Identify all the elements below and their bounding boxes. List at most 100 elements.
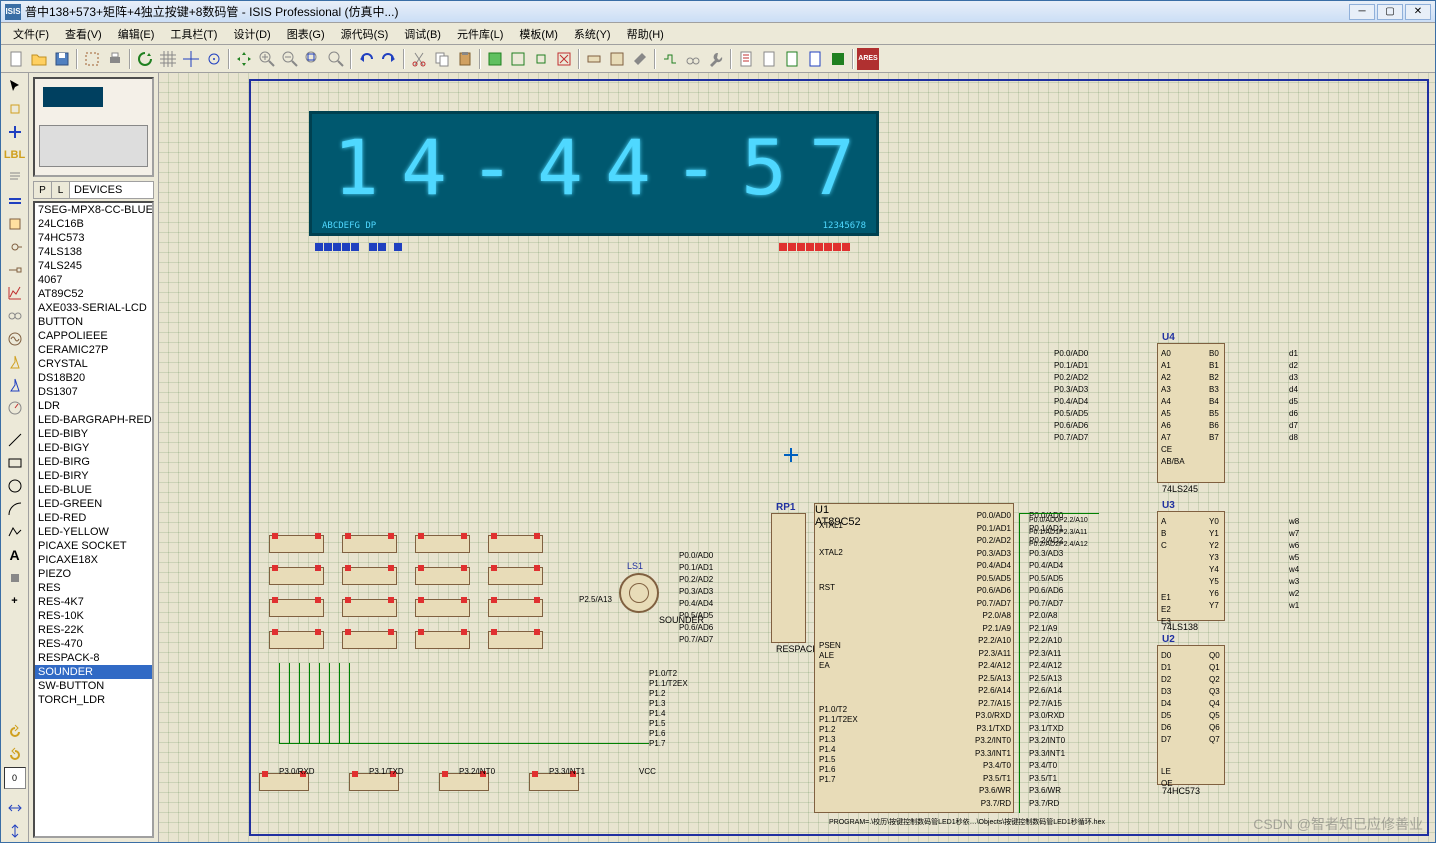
minimize-button[interactable]: ─ [1349, 4, 1375, 20]
graph-tool[interactable] [4, 282, 26, 304]
close-button[interactable]: ✕ [1405, 4, 1431, 20]
pick-button[interactable] [583, 48, 605, 70]
menu-toolbar[interactable]: 工具栏(T) [162, 24, 225, 44]
device-item[interactable]: 7SEG-MPX8-CC-BLUE [35, 203, 152, 217]
menu-chart[interactable]: 图表(G) [279, 24, 333, 44]
report-button[interactable] [735, 48, 757, 70]
origin-button[interactable] [180, 48, 202, 70]
tape-tool[interactable] [4, 305, 26, 327]
menu-file[interactable]: 文件(F) [5, 24, 57, 44]
menu-view[interactable]: 查看(V) [57, 24, 110, 44]
new-button[interactable] [5, 48, 27, 70]
erc-button[interactable] [781, 48, 803, 70]
device-list[interactable]: 7SEG-MPX8-CC-BLUE24LC16B74HC57374LS13874… [33, 201, 154, 838]
path-tool[interactable] [4, 521, 26, 543]
circle-tool[interactable] [4, 475, 26, 497]
device-item[interactable]: CAPPOLIEEE [35, 329, 152, 343]
device-item[interactable]: LED-BARGRAPH-RED [35, 413, 152, 427]
menu-help[interactable]: 帮助(H) [619, 24, 672, 44]
menu-design[interactable]: 设计(D) [225, 24, 278, 44]
flip-v-button[interactable] [4, 820, 26, 842]
schematic-canvas[interactable]: 1 4 - 4 4 - 5 7 ABCDEFG DP 12345678 LS1 [159, 73, 1435, 842]
zoomarea-button[interactable] [325, 48, 347, 70]
selection-tool[interactable] [4, 75, 26, 97]
pin-tool[interactable] [4, 259, 26, 281]
save-button[interactable] [51, 48, 73, 70]
device-item[interactable]: SW-BUTTON [35, 679, 152, 693]
text-script-tool[interactable] [4, 167, 26, 189]
device-item[interactable]: SOUNDER [35, 665, 152, 679]
bom-button[interactable] [758, 48, 780, 70]
sounder-component[interactable] [619, 573, 659, 613]
zoomin-button[interactable] [256, 48, 278, 70]
rotate-cw-button[interactable] [4, 744, 26, 766]
zoomall-button[interactable] [302, 48, 324, 70]
box-tool[interactable] [4, 452, 26, 474]
cut-button[interactable] [408, 48, 430, 70]
device-item[interactable]: DS1307 [35, 385, 152, 399]
junction-tool[interactable] [4, 121, 26, 143]
bus-tool[interactable] [4, 190, 26, 212]
label-tool[interactable]: LBL [4, 144, 26, 166]
device-item[interactable]: CRYSTAL [35, 357, 152, 371]
redo-button[interactable] [378, 48, 400, 70]
rp1-component[interactable]: RP1 RESPACK8 [771, 513, 806, 643]
ares-link-button[interactable]: ARES [857, 48, 879, 70]
menu-edit[interactable]: 编辑(E) [110, 24, 163, 44]
undo-button[interactable] [355, 48, 377, 70]
device-item[interactable]: CERAMIC27P [35, 343, 152, 357]
property-button[interactable] [705, 48, 727, 70]
device-item[interactable]: LDR [35, 399, 152, 413]
copy-button[interactable] [431, 48, 453, 70]
device-item[interactable]: RES-22K [35, 623, 152, 637]
print-button[interactable] [104, 48, 126, 70]
device-item[interactable]: RES [35, 581, 152, 595]
terminal-tool[interactable] [4, 236, 26, 258]
device-item[interactable]: RES-10K [35, 609, 152, 623]
pick-devices-button[interactable]: P [34, 182, 52, 198]
flip-h-button[interactable] [4, 797, 26, 819]
device-item[interactable]: LED-BIGY [35, 441, 152, 455]
device-item[interactable]: LED-BIBY [35, 427, 152, 441]
device-item[interactable]: RESPACK-8 [35, 651, 152, 665]
arc-tool[interactable] [4, 498, 26, 520]
device-item[interactable]: 24LC16B [35, 217, 152, 231]
device-item[interactable]: 74HC573 [35, 231, 152, 245]
wire-autoroute-button[interactable] [659, 48, 681, 70]
subcircuit-tool[interactable] [4, 213, 26, 235]
device-item[interactable]: 4067 [35, 273, 152, 287]
menu-library[interactable]: 元件库(L) [449, 24, 511, 44]
snap-button[interactable] [203, 48, 225, 70]
device-item[interactable]: RES-470 [35, 637, 152, 651]
block-copy-button[interactable] [484, 48, 506, 70]
device-item[interactable]: 74LS245 [35, 259, 152, 273]
angle-input[interactable]: 0 [4, 767, 26, 789]
text-tool[interactable]: A [4, 544, 26, 566]
device-item[interactable]: LED-BLUE [35, 483, 152, 497]
menu-debug[interactable]: 调试(B) [396, 24, 449, 44]
block-move-button[interactable] [507, 48, 529, 70]
instrument-tool[interactable] [4, 397, 26, 419]
package-button[interactable] [606, 48, 628, 70]
device-item[interactable]: PIEZO [35, 567, 152, 581]
decompose-button[interactable] [629, 48, 651, 70]
seven-segment-display[interactable]: 1 4 - 4 4 - 5 7 ABCDEFG DP 12345678 [309, 111, 879, 236]
block-rotate-button[interactable] [530, 48, 552, 70]
symbol-tool[interactable] [4, 567, 26, 589]
search-button[interactable] [682, 48, 704, 70]
device-item[interactable]: LED-YELLOW [35, 525, 152, 539]
probe-v-tool[interactable] [4, 351, 26, 373]
device-item[interactable]: PICAXE18X [35, 553, 152, 567]
probe-i-tool[interactable] [4, 374, 26, 396]
menu-source[interactable]: 源代码(S) [333, 24, 397, 44]
ares-button[interactable] [827, 48, 849, 70]
device-item[interactable]: LED-BIRY [35, 469, 152, 483]
block-delete-button[interactable] [553, 48, 575, 70]
device-item[interactable]: RES-4K7 [35, 595, 152, 609]
device-item[interactable]: AXE033-SERIAL-LCD [35, 301, 152, 315]
device-item[interactable]: LED-GREEN [35, 497, 152, 511]
device-item[interactable]: 74LS138 [35, 245, 152, 259]
menu-template[interactable]: 模板(M) [511, 24, 566, 44]
grid-button[interactable] [157, 48, 179, 70]
menu-system[interactable]: 系统(Y) [566, 24, 619, 44]
